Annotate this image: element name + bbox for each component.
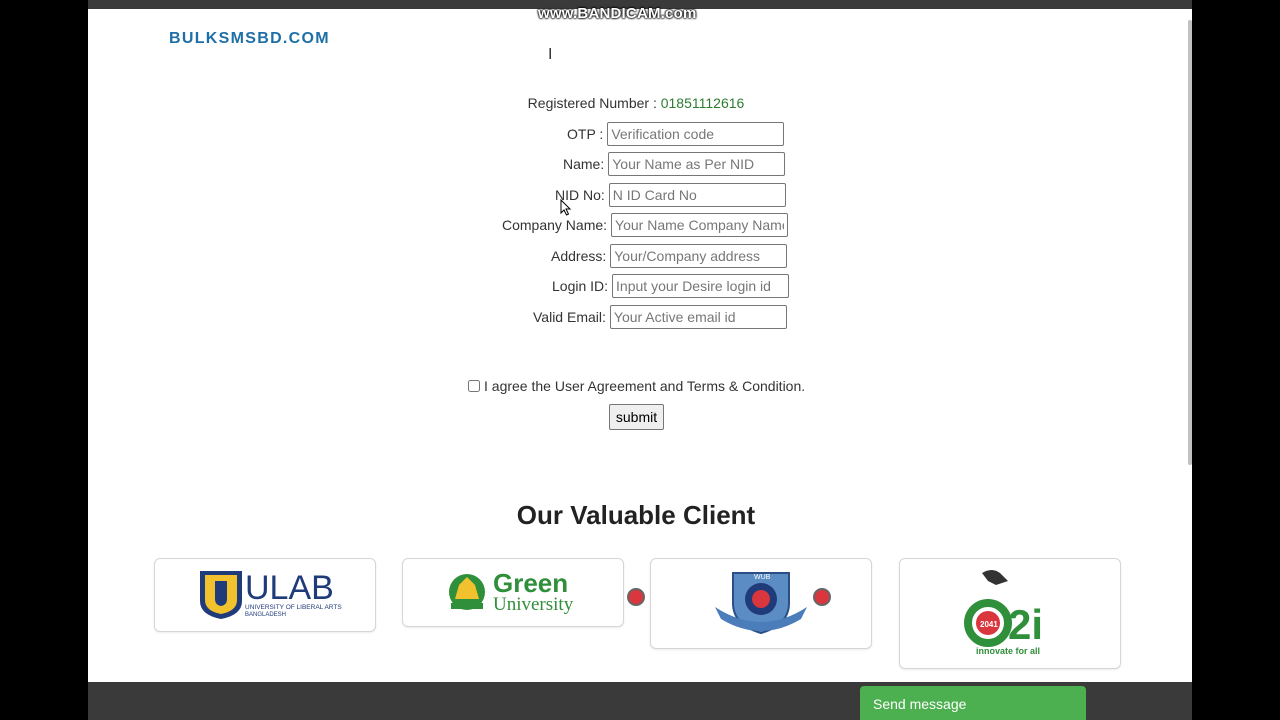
svg-text:2i: 2i [1008,601,1043,648]
a2i-logo: 2041 2i innovate for all [964,570,1043,656]
recording-watermark: www.BANDICAM.com [538,5,697,22]
company-label: Company Name: [502,217,608,233]
email-input[interactable] [609,305,787,329]
wub-text: WUB [754,574,771,581]
otp-input[interactable] [607,122,785,146]
client-card-ulab[interactable]: ULAB UNIVERSITY OF LIBERAL ARTS BANGLADE… [154,558,376,632]
a2i-tagline: innovate for all [976,646,1040,656]
mouse-pointer-icon [560,199,572,216]
ulab-name: ULAB [245,569,334,607]
nid-input[interactable] [608,183,786,207]
address-row: Address: [551,243,788,269]
submit-button[interactable]: submit [609,404,664,430]
agreement-row: I agree the User Agreement and Terms & C… [468,378,805,394]
green-line2: University [493,594,574,615]
ulab-logo: ULAB UNIVERSITY OF LIBERAL ARTS BANGLADE… [200,569,342,619]
a2i-badge: 2041 [980,620,998,629]
login-label: Login ID: [552,278,609,294]
scrollbar-thumb[interactable] [1188,20,1192,465]
client-card-green-university[interactable]: Green University [402,558,624,627]
name-label: Name: [563,156,605,172]
company-input[interactable] [611,213,789,237]
login-input[interactable] [612,274,790,298]
client-card-wub[interactable]: WUB [650,558,872,649]
agreement-text: I agree the User Agreement and Terms & C… [484,378,806,394]
name-row: Name: [563,151,786,177]
carousel-prev-dot[interactable] [627,588,645,606]
send-message-button[interactable]: Send message [860,686,1086,720]
site-logo-link[interactable]: BULKSMSBD.COM [169,30,330,48]
ulab-sub2: BANGLADESH [245,612,286,618]
registered-number-value: 01851112616 [660,95,745,111]
company-row: Company Name: [502,212,789,238]
otp-label: OTP : [567,126,604,142]
client-card-a2i[interactable]: 2041 2i innovate for all [899,558,1121,669]
agreement-checkbox[interactable] [468,380,480,392]
wub-logo: WUB [715,572,807,635]
name-input[interactable] [608,152,786,176]
address-label: Address: [551,248,607,264]
email-row: Valid Email: [533,304,787,330]
login-row: Login ID: [552,273,790,299]
email-label: Valid Email: [533,309,606,325]
otp-row: OTP : [567,121,785,147]
nid-row: NID No: [555,182,786,208]
web-page: www.BANDICAM.com BULKSMSBD.COM I Registe… [88,0,1192,720]
registered-number-label: Registered Number : [527,95,661,111]
clients-heading: Our Valuable Client [516,500,756,530]
address-input[interactable] [610,244,788,268]
registered-number: Registered Number : 01851112616 [88,95,1184,111]
carousel-next-dot[interactable] [813,588,831,606]
text-cursor-icon: I [548,46,553,63]
green-university-logo: Green University [449,568,574,615]
ulab-sub1: UNIVERSITY OF LIBERAL ARTS [245,604,342,611]
